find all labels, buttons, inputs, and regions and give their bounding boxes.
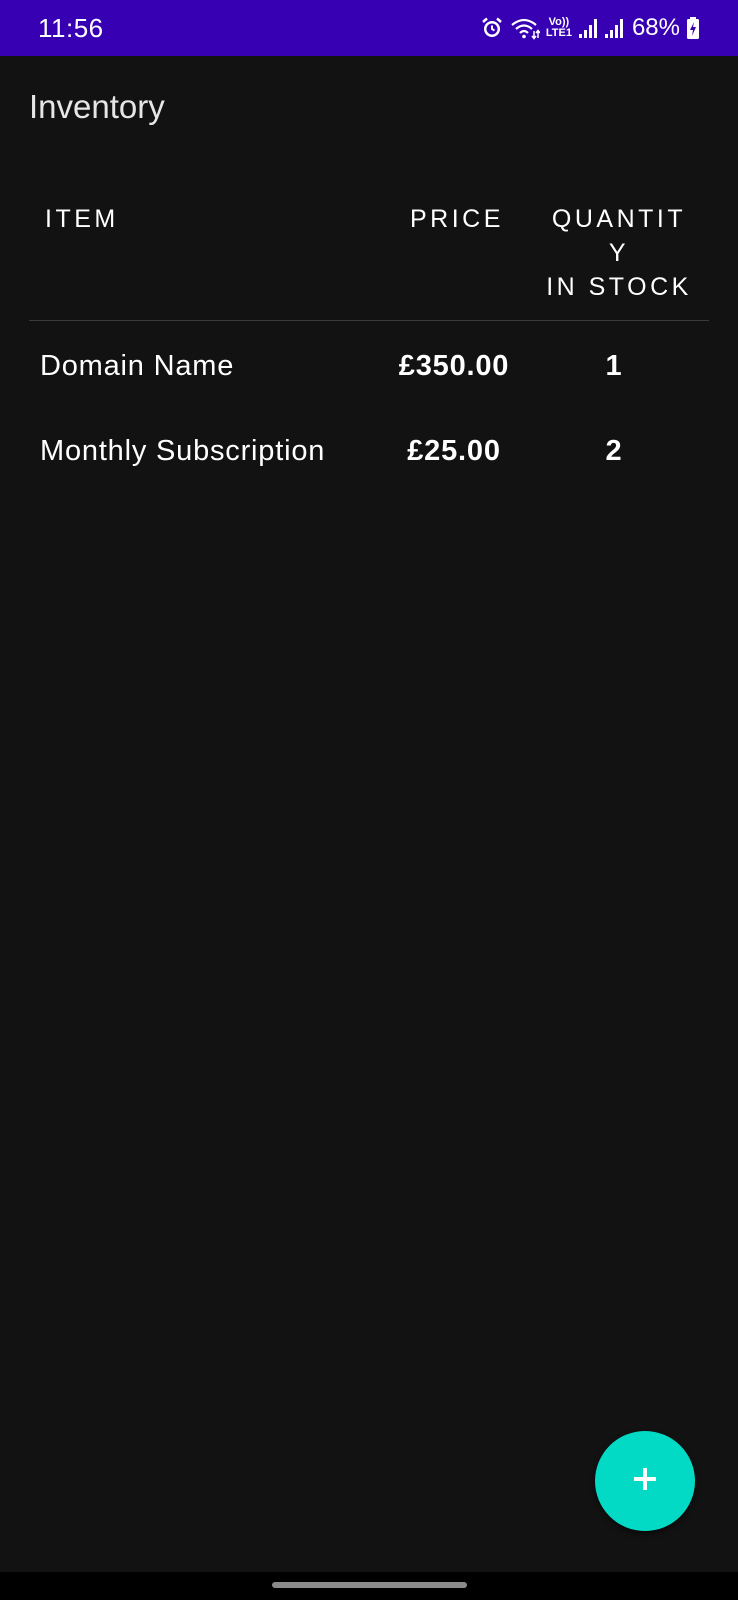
navigation-bar [0,1572,738,1600]
status-bar: 11:56 Vo)) LTE1 68% [0,0,738,56]
add-item-button[interactable] [595,1431,695,1531]
item-name: Domain Name [40,350,235,382]
item-name: Monthly Subscription [40,435,326,467]
battery-charging-icon [686,16,700,40]
home-gesture-handle[interactable] [272,1582,467,1588]
item-price: £350.00 [398,350,510,382]
alarm-icon [480,16,504,40]
plus-icon [631,1465,659,1498]
lte-indicator: Vo)) LTE1 [546,17,572,39]
signal-icon [578,17,598,39]
header-price: PRICE [410,205,504,233]
item-quantity: 2 [605,435,623,467]
header-quantity: QUANTIT Y IN STOCK [546,205,692,301]
battery-percentage: 68% [631,14,680,41]
item-quantity: 1 [605,350,623,382]
table-header: ITEM PRICE QUANTIT Y IN STOCK [29,200,709,321]
lte-bottom-label: LTE1 [545,27,572,39]
item-price: £25.00 [407,435,501,467]
signal-icon [604,17,624,39]
status-time: 11:56 [38,12,104,43]
wifi-icon [510,16,540,40]
table-row[interactable]: Domain Name £350.00 1 [29,340,709,400]
table-row[interactable]: Monthly Subscription £25.00 2 [29,425,709,485]
page-title: Inventory [29,88,165,125]
header-item: ITEM [45,205,119,233]
status-icons: Vo)) LTE1 68% [480,14,700,42]
